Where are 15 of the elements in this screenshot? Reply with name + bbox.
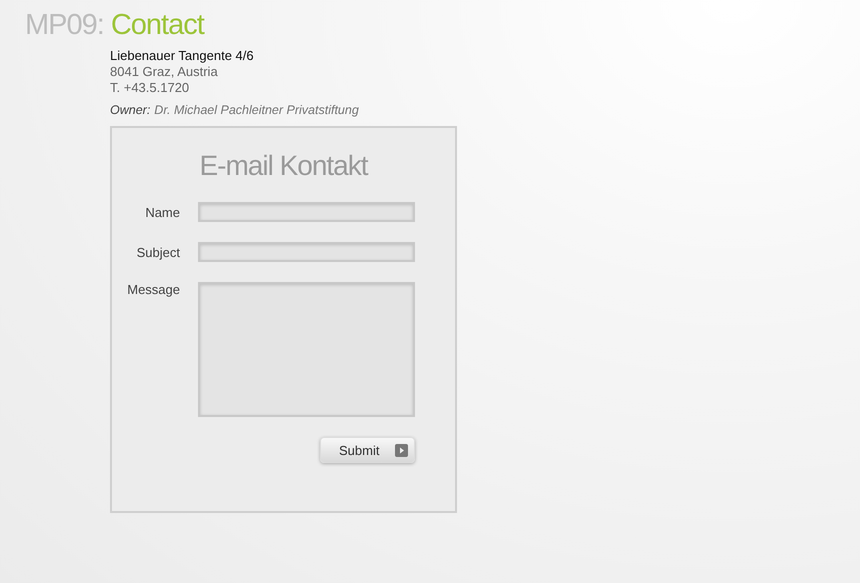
form-heading: E-mail Kontakt [198,150,370,182]
field-label: Name [144,204,180,220]
city-address: 8041 Graz, Austria [110,64,219,80]
street-address: Liebenauer Tangente 4/6 [110,48,255,64]
field-label: Subject [136,244,180,260]
owner-name: Dr. Michael Pachleitner Privatstiftung [154,102,359,118]
page-title: Contact [110,8,204,42]
play-icon [395,444,408,456]
submit-button[interactable]: Submit [320,437,415,463]
input-field[interactable] [198,202,415,222]
message-field[interactable] [198,282,415,417]
input-field[interactable] [198,242,415,262]
field-label: Message [126,282,180,297]
phone-number: T. +43.5.1720 [110,80,190,96]
owner-label: Owner: [110,102,150,118]
